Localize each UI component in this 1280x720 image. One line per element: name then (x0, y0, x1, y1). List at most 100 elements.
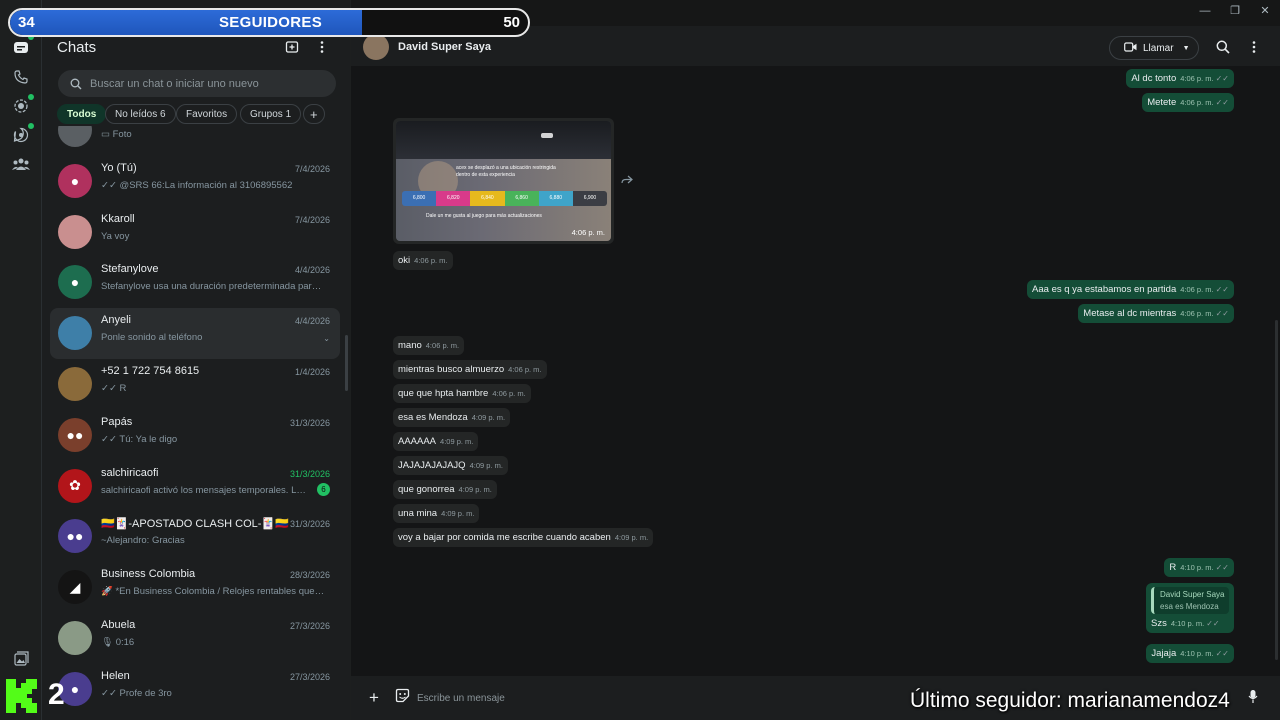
read-receipt-icon: ✓✓ (1215, 563, 1229, 572)
list-menu-icon[interactable] (317, 40, 327, 54)
chat-list-scrollbar[interactable] (345, 335, 348, 391)
message-bubble[interactable]: R 4:10 p. m. ✓✓ (1164, 558, 1234, 577)
message-bubble[interactable]: mano 4:06 p. m. (393, 336, 465, 355)
chat-avatar: ◢ (58, 570, 92, 605)
message-bubble[interactable]: David Super Saya esa es Mendoza Szs 4:10 p.… (1146, 583, 1234, 633)
chat-name: Anyeli (101, 314, 131, 327)
chat-name: salchiricaofi (101, 466, 159, 479)
message-time: 4:09 p. m. (441, 509, 475, 518)
chat-list-panel: Chats Todos No leídos 6 Favoritos Grupos… (42, 0, 350, 720)
chat-time: 4/4/2026 (294, 316, 330, 327)
chat-preview: ~Alejandro: Gracias (101, 535, 185, 547)
chat-list-item[interactable]: ✿ salchiricaofi 31/3/2026 salchiricaofi act… (50, 461, 340, 512)
kick-count: 2 (48, 678, 65, 711)
message-time: 4:06 p. m. (508, 365, 542, 374)
message-bubble[interactable]: AAAAAA 4:09 p. m. (393, 432, 479, 451)
message-bubble[interactable]: JAJAJAJAJAJQ 4:09 p. m. (393, 456, 508, 475)
communities-icon[interactable] (11, 154, 31, 174)
message-input[interactable] (417, 688, 897, 708)
chat-avatar: ●● (58, 519, 92, 554)
message-time: 4:06 p. m. (1180, 285, 1214, 294)
chat-time: 31/3/2026 (289, 519, 330, 530)
chevron-down-icon[interactable]: ⌄ (323, 334, 330, 343)
chat-list-item[interactable]: ● Yo (Tú) 7/4/2026 ✓✓ @SRS 66:La informació… (50, 156, 340, 207)
forward-icon[interactable] (621, 175, 633, 187)
message-bubble[interactable]: esa es Mendoza 4:09 p. m. (393, 408, 511, 427)
search-chat-icon[interactable] (1216, 40, 1230, 57)
chat-list-item[interactable]: Abuela 27/3/2026 🎙 0:16 (50, 613, 340, 664)
search-box (58, 70, 336, 97)
game-num-0: 6,800 (402, 191, 437, 206)
message-bubble[interactable]: que que hpta hambre 4:06 p. m. (393, 384, 531, 403)
chat-list-item[interactable]: ◢ Business Colombia 28/3/2026 🚀 *En Busines… (50, 562, 340, 613)
message-time: 4:09 p. m. (471, 413, 506, 422)
message-bubble[interactable]: Metete 4:06 p. m. ✓✓ (1142, 93, 1234, 112)
app-window: Chats Todos No leídos 6 Favoritos Grupos… (0, 0, 1280, 720)
media-icon[interactable] (11, 648, 31, 668)
message-bubble[interactable]: oki 4:06 p. m. (393, 251, 453, 270)
chat-list-item[interactable]: ● Helen 27/3/2026 ✓✓ Profe de 3ro (50, 664, 340, 715)
search-input[interactable] (90, 70, 330, 97)
mic-icon[interactable] (1248, 689, 1258, 709)
attach-plus-icon[interactable]: + (369, 689, 379, 706)
conversation-scrollbar[interactable] (1275, 320, 1278, 660)
unread-badge: 6 (317, 482, 330, 496)
chat-list-item[interactable]: Kkaroll 7/4/2026 Ya voy (50, 207, 340, 258)
contact-name[interactable]: David Super Saya (398, 41, 491, 53)
chat-list-item[interactable]: ● Stefanylove 4/4/2026 Stefanylove usa una … (50, 257, 340, 308)
chip-groups[interactable]: Grupos 1 (240, 104, 302, 124)
chat-name: +52 1 722 754 8615 (101, 364, 200, 377)
message-text: una mina (398, 508, 438, 519)
message-bubble[interactable]: voy a bajar por comida me escribe cuando… (393, 528, 654, 547)
message-time: 4:06 p. m. (492, 389, 526, 398)
game-num-3: 6,860 (504, 191, 539, 206)
calls-icon[interactable] (11, 67, 31, 87)
call-button[interactable]: Llamar ▼ (1109, 36, 1199, 60)
restore-button[interactable]: ❐ (1227, 4, 1243, 18)
chat-preview: Stefanylove usa una duración predetermin… (101, 281, 325, 293)
message-time: 4:09 p. m. (440, 437, 474, 446)
message-bubble[interactable]: Aaa es q ya estabamos en partida 4:06 p. … (1027, 280, 1234, 299)
chat-name: Abuela (101, 618, 136, 631)
chat-time: 31/3/2026 (289, 417, 330, 428)
chat-list-item[interactable]: ▭ Foto (50, 126, 340, 156)
chip-all[interactable]: Todos (57, 104, 107, 124)
message-time: 4:09 p. m. (458, 485, 492, 494)
contact-avatar[interactable] (363, 34, 389, 60)
chip-unread[interactable]: No leídos 6 (105, 104, 176, 124)
message-bubble[interactable]: Al dc tonto 4:06 p. m. ✓✓ (1126, 69, 1234, 88)
followers-current: 34 (18, 14, 35, 31)
new-chat-icon[interactable] (285, 40, 299, 54)
chip-favorites[interactable]: Favoritos (176, 104, 238, 124)
message-bubble[interactable]: que gonorrea 4:09 p. m. (393, 480, 497, 499)
avatar-glyph: ● (70, 274, 80, 291)
chat-preview: ✓✓ Profe de 3ro (101, 687, 172, 699)
message-time: 4:10 p. m. (1180, 649, 1214, 658)
message-time: 4:09 p. m. (614, 533, 649, 542)
minimize-button[interactable]: — (1197, 4, 1213, 18)
chat-list-item[interactable]: ●● Papás 31/3/2026 ✓✓ Tú: Ya le digo (50, 410, 340, 461)
chat-menu-icon[interactable] (1251, 40, 1257, 57)
chats-icon[interactable] (11, 38, 31, 58)
message-time: 4:06 p. m. (425, 341, 460, 350)
chip-add[interactable]: + (303, 104, 325, 124)
image-message[interactable]: acex se desplazó a una ubicación restrin… (393, 118, 614, 244)
message-text: JAJAJAJAJAJQ (398, 460, 466, 471)
message-text: voy a bajar por comida me escribe cuando… (398, 532, 611, 543)
message-text: mientras busco almuerzo (398, 364, 505, 375)
sticker-icon[interactable] (395, 688, 410, 708)
read-receipt-icon: ✓✓ (1215, 309, 1229, 318)
message-bubble[interactable]: una mina 4:09 p. m. (393, 504, 480, 523)
message-text: esa es Mendoza (398, 412, 468, 423)
message-bubble[interactable]: Metase al dc mientras 4:06 p. m. ✓✓ (1078, 304, 1234, 323)
chat-avatar (58, 214, 92, 249)
chat-list-item[interactable]: Anyeli 4/4/2026 Ponle sonido al teléfono ⌄ (50, 308, 340, 359)
quoted-message[interactable]: David Super Saya esa es Mendoza (1151, 587, 1229, 614)
chat-list-item[interactable]: +52 1 722 754 8615 1/4/2026 ✓✓ R (50, 359, 340, 410)
message-bubble[interactable]: mientras busco almuerzo 4:06 p. m. (393, 360, 547, 379)
chat-list-item[interactable]: ●● 🇨🇴🃏-APOSTADO CLASH COL-🃏🇨🇴 31/3/2026 ~Al… (50, 511, 340, 562)
followers-goal: 50 (503, 14, 520, 31)
close-button[interactable]: ✕ (1257, 4, 1273, 18)
message-bubble[interactable]: Jajaja 4:10 p. m. ✓✓ (1146, 644, 1234, 663)
quote-text: esa es Mendoza (1160, 602, 1219, 611)
